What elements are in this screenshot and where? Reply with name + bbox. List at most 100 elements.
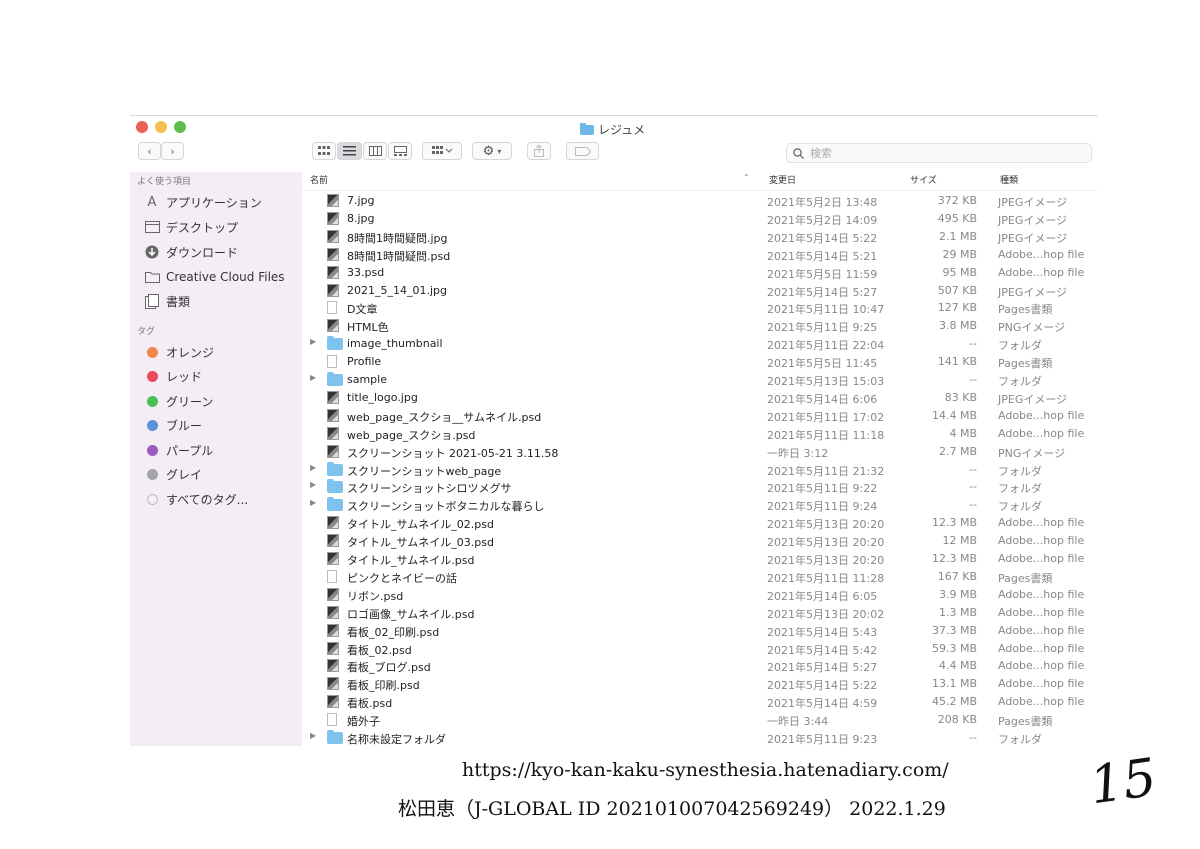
sidebar-tag-red[interactable]: レッド <box>144 366 202 386</box>
sidebar-tag-label: グレイ <box>166 467 203 482</box>
sidebar-tag-green[interactable]: グリーン <box>144 391 213 411</box>
file-row[interactable]: 看板.psd 2021年5月14日 4:59 45.2 MB Adobe...hop … <box>302 693 1098 711</box>
file-row[interactable]: ▶ sample 2021年5月13日 15:03 -- フォルダ <box>302 371 1098 389</box>
sidebar-tag-blue[interactable]: ブルー <box>144 415 202 435</box>
file-name: 看板_02_印刷.psd <box>347 625 440 639</box>
file-kind: JPEGイメージ <box>998 392 1068 406</box>
sidebar-item-documents[interactable]: 書類 <box>144 291 190 311</box>
folder-icon <box>327 461 343 476</box>
file-row[interactable]: タイトル_サムネイル.psd 2021年5月13日 20:20 12.3 MB Ado… <box>302 550 1098 568</box>
image-file-icon <box>327 605 339 619</box>
disclosure-triangle-icon[interactable]: ▶ <box>310 731 316 740</box>
image-file-icon <box>327 552 339 565</box>
file-row[interactable]: ▶ 名称未設定フォルダ 2021年5月11日 9:23 -- フォルダ <box>302 729 1098 746</box>
minimize-window-button[interactable] <box>155 121 167 133</box>
sidebar-item-desktop[interactable]: デスクトップ <box>144 217 238 237</box>
image-file-icon <box>327 444 339 458</box>
image-file-icon <box>327 408 339 422</box>
file-row[interactable]: 看板_02_印刷.psd 2021年5月14日 5:43 37.3 MB Adobe.… <box>302 622 1098 640</box>
back-button[interactable]: ‹ <box>138 142 161 160</box>
file-kind: Adobe...hop file <box>998 265 1085 279</box>
file-name: 看板.psd <box>347 697 393 711</box>
file-row[interactable]: 33.psd 2021年5月5日 11:59 95 MB Adobe...hop fi… <box>302 264 1098 282</box>
date-column-header[interactable]: 変更日 <box>769 173 796 186</box>
file-row[interactable]: 婚外子 一昨日 3:44 208 KB Pages書類 <box>302 711 1098 729</box>
file-row[interactable]: ▶ image_thumbnail 2021年5月11日 22:04 -- フォルダ <box>302 335 1098 353</box>
disclosure-triangle-icon[interactable]: ▶ <box>310 337 316 346</box>
search-input[interactable]: 検索 <box>786 143 1092 163</box>
file-row[interactable]: D文章 2021年5月11日 10:47 127 KB Pages書類 <box>302 299 1098 317</box>
disclosure-triangle-icon[interactable]: ▶ <box>310 480 316 489</box>
folder-icon <box>580 122 594 135</box>
share-button[interactable] <box>527 142 551 160</box>
document-icon <box>327 713 337 727</box>
file-row[interactable]: スクリーンショット 2021-05-21 3.11.58 一昨日 3:12 2.7 … <box>302 443 1098 461</box>
file-row[interactable]: web_page_スクショ__サムネイル.psd 2021年5月11日 17:02… <box>302 407 1098 425</box>
file-date: 2021年5月11日 9:24 <box>767 500 878 514</box>
file-row[interactable]: web_page_スクショ.psd 2021年5月11日 11:18 4 MB Ado… <box>302 425 1098 443</box>
action-menu-button[interactable]: ⚙ ▾ <box>472 142 512 160</box>
file-row[interactable]: タイトル_サムネイル_02.psd 2021年5月13日 20:20 12.3 MB… <box>302 514 1098 532</box>
forward-button[interactable]: › <box>161 142 184 160</box>
edit-tags-button[interactable] <box>566 142 599 160</box>
file-kind: Adobe...hop file <box>998 677 1085 691</box>
file-row[interactable]: ピンクとネイビーの話 2021年5月11日 11:28 167 KB Pages書類 <box>302 568 1098 586</box>
file-row[interactable]: Profile 2021年5月5日 11:45 141 KB Pages書類 <box>302 353 1098 371</box>
document-icon <box>327 301 337 315</box>
file-row[interactable]: 8時間1時間疑問.psd 2021年5月14日 5:21 29 MB Adobe...… <box>302 246 1098 264</box>
file-row[interactable]: 8時間1時間疑問.jpg 2021年5月14日 5:22 2.1 MB JPEGイメー… <box>302 228 1098 246</box>
file-row[interactable]: ▶ スクリーンショットボタニカルな暮らし 2021年5月11日 9:24 -- フォルダ <box>302 496 1098 514</box>
disclosure-triangle-icon[interactable]: ▶ <box>310 463 316 472</box>
file-date: 2021年5月5日 11:59 <box>767 267 878 281</box>
file-kind: PNGイメージ <box>998 446 1066 460</box>
file-kind: フォルダ <box>998 733 1042 746</box>
file-name: 7.jpg <box>347 194 375 207</box>
file-row[interactable]: 7.jpg 2021年5月2日 13:48 372 KB JPEGイメージ <box>302 192 1098 210</box>
kind-column-header[interactable]: 種類 <box>1000 173 1018 186</box>
file-row[interactable]: ▶ スクリーンショットシロツメグサ 2021年5月11日 9:22 -- フォルダ <box>302 478 1098 496</box>
tags-header: タグ <box>137 327 156 337</box>
sidebar-item-downloads[interactable]: ダウンロード <box>144 242 238 262</box>
file-date: 2021年5月14日 6:05 <box>767 589 878 603</box>
sidebar-tag-gray[interactable]: グレイ <box>144 464 202 484</box>
sidebar-item-creative-cloud-files[interactable]: Creative Cloud Files <box>144 267 285 287</box>
file-list: 名前 ⌃ 変更日 サイズ 種類 7.jpg 2021年5月2日 13:48 372 … <box>302 172 1098 746</box>
file-kind: Adobe...hop file <box>998 426 1085 440</box>
file-size: 12 MB <box>942 534 977 548</box>
file-date: 2021年5月11日 22:04 <box>767 339 885 353</box>
file-row[interactable]: 看板_印刷.psd 2021年5月14日 5:22 13.1 MB Adobe...h… <box>302 675 1098 693</box>
icon-view-button[interactable] <box>312 142 336 160</box>
file-row[interactable]: 8.jpg 2021年5月2日 14:09 495 KB JPEGイメージ <box>302 210 1098 228</box>
gallery-icon <box>393 146 407 156</box>
zoom-window-button[interactable] <box>174 121 186 133</box>
group-by-button[interactable] <box>422 142 462 160</box>
file-row[interactable]: HTML色 2021年5月11日 9:25 3.8 MB PNGイメージ <box>302 317 1098 335</box>
sidebar-tag-orange[interactable]: オレンジ <box>144 342 214 362</box>
name-column-header[interactable]: 名前 <box>310 173 328 186</box>
file-row[interactable]: ロゴ画像_サムネイル.psd 2021年5月13日 20:02 1.3 MB Adob… <box>302 604 1098 622</box>
file-date: 2021年5月13日 20:20 <box>767 536 885 550</box>
image-file-icon <box>327 211 339 225</box>
file-kind: Adobe...hop file <box>998 534 1085 548</box>
file-row[interactable]: 2021_5_14_01.jpg 2021年5月14日 5:27 507 KB JPE… <box>302 282 1098 300</box>
column-view-button[interactable] <box>363 142 387 160</box>
gallery-view-button[interactable] <box>388 142 412 160</box>
file-row[interactable]: title_logo.jpg 2021年5月14日 6:06 83 KB JPEGイメ… <box>302 389 1098 407</box>
sidebar-item-applications[interactable]: A アプリケーション <box>144 192 262 212</box>
size-column-header[interactable]: サイズ <box>910 173 937 186</box>
disclosure-triangle-icon[interactable]: ▶ <box>310 373 316 382</box>
sidebar-tag-purple[interactable]: パープル <box>144 440 213 460</box>
file-row[interactable]: 看板_ブログ.psd 2021年5月14日 5:27 4.4 MB Adobe...h… <box>302 657 1098 675</box>
file-row[interactable]: 看板_02.psd 2021年5月14日 5:42 59.3 MB Adobe...h… <box>302 640 1098 658</box>
sidebar-all-tags[interactable]: すべてのタグ... <box>144 489 248 509</box>
disclosure-triangle-icon[interactable]: ▶ <box>310 498 316 507</box>
footer-url: https://kyo-kan-kaku-synesthesia.hatenad… <box>462 759 949 781</box>
file-row[interactable]: タイトル_サムネイル_03.psd 2021年5月13日 20:20 12 MB Ad… <box>302 532 1098 550</box>
close-window-button[interactable] <box>136 121 148 133</box>
sidebar-tag-label: グリーン <box>166 394 214 409</box>
documents-icon <box>144 293 160 309</box>
file-date: 2021年5月14日 4:59 <box>767 697 878 711</box>
file-row[interactable]: リボン.psd 2021年5月14日 6:05 3.9 MB Adobe...hop … <box>302 586 1098 604</box>
file-row[interactable]: ▶ スクリーンショットweb_page 2021年5月11日 21:32 -- フォルダ <box>302 461 1098 479</box>
list-view-button[interactable] <box>337 142 362 160</box>
